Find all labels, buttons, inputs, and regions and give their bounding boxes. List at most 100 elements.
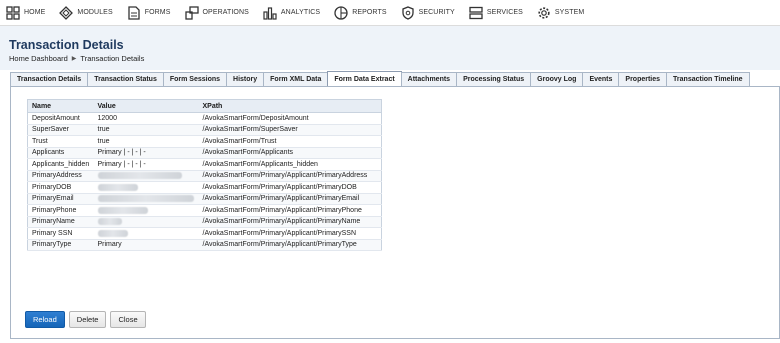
breadcrumb-separator-icon: ▶ — [71, 56, 77, 62]
delete-button[interactable]: Delete — [68, 311, 107, 328]
redacted-value — [97, 229, 128, 237]
cell-name: Trust — [27, 135, 94, 148]
cell-xpath: /AvokaSmartForm/Trust — [198, 135, 382, 148]
cell-value: Primary | - | - | - — [93, 158, 199, 171]
nav-modules[interactable]: MODULES — [59, 5, 113, 20]
grid-icon — [6, 5, 20, 20]
cell-xpath: /AvokaSmartForm/Primary/Applicant/Primar… — [198, 181, 382, 194]
table-row: PrimaryName /AvokaSmartForm/Primary/Appl… — [27, 216, 382, 228]
table-row: PrimaryAddress /AvokaSmartForm/Primary/A… — [27, 170, 382, 182]
tab-properties[interactable]: Properties — [618, 72, 668, 86]
document-icon — [128, 5, 140, 20]
form-data-table: Name Value XPath DepositAmount 12000 /Av… — [27, 99, 382, 251]
nav-security-label: SECURITY — [418, 9, 455, 16]
nav-analytics[interactable]: ANALYTICS — [263, 6, 320, 20]
cell-value: 12000 — [93, 112, 199, 125]
tab-processing-status[interactable]: Processing Status — [456, 72, 532, 86]
cell-name: PrimaryEmail — [27, 193, 94, 205]
cell-xpath: /AvokaSmartForm/Primary/Applicant/Primar… — [198, 170, 382, 182]
tab-form-xml-data[interactable]: Form XML Data — [263, 72, 329, 86]
cell-name: Primary SSN — [27, 227, 94, 240]
cell-xpath: /AvokaSmartForm/Applicants_hidden — [198, 158, 382, 171]
cell-xpath: /AvokaSmartForm/Primary/Applicant/Primar… — [198, 239, 382, 251]
table-row: Primary SSN /AvokaSmartForm/Primary/Appl… — [27, 227, 382, 240]
diamond-icon — [59, 5, 74, 20]
tab-history[interactable]: History — [226, 72, 265, 86]
nav-reports-label: REPORTS — [352, 9, 387, 16]
cell-xpath: /AvokaSmartForm/Applicants — [198, 147, 382, 159]
cell-xpath: /AvokaSmartForm/Primary/Applicant/Primar… — [198, 193, 382, 205]
cell-xpath: /AvokaSmartForm/SuperSaver — [198, 124, 382, 136]
cell-value — [93, 193, 199, 205]
cell-name: PrimaryDOB — [27, 181, 94, 194]
nav-operations[interactable]: OPERATIONS — [184, 5, 249, 20]
cell-name: PrimaryPhone — [27, 204, 94, 217]
redacted-value — [97, 183, 138, 191]
cell-value: true — [93, 124, 199, 136]
tab-events[interactable]: Events — [582, 72, 620, 86]
nav-services[interactable]: SERVICES — [469, 6, 523, 20]
redacted-value — [97, 206, 148, 214]
tab-transaction-timeline[interactable]: Transaction Timeline — [666, 72, 750, 86]
redacted-value — [97, 218, 122, 226]
cell-name: Applicants_hidden — [27, 158, 94, 171]
nav-forms-label: FORMS — [144, 9, 171, 16]
reports-icon — [334, 5, 348, 20]
cell-value — [93, 216, 199, 228]
column-header-name: Name — [27, 99, 94, 113]
tab-bar: Transaction Details Transaction Status F… — [10, 71, 750, 86]
cell-xpath: /AvokaSmartForm/Primary/Applicant/Primar… — [198, 227, 382, 240]
nav-forms[interactable]: FORMS — [127, 5, 171, 20]
table-row: Trust true /AvokaSmartForm/Trust — [27, 135, 382, 148]
column-header-value: Value — [93, 99, 199, 113]
page-title: Transaction Details — [9, 38, 124, 52]
tab-attachments[interactable]: Attachments — [400, 72, 458, 86]
nav-home[interactable]: HOME — [6, 5, 45, 20]
table-row: SuperSaver true /AvokaSmartForm/SuperSav… — [27, 124, 382, 136]
column-header-xpath: XPath — [198, 99, 382, 113]
action-bar: Reload Delete Close — [25, 311, 150, 328]
cell-name: DepositAmount — [27, 112, 94, 125]
table-row: DepositAmount 12000 /AvokaSmartForm/Depo… — [27, 112, 382, 125]
cell-value: Primary — [93, 239, 199, 251]
cell-name: SuperSaver — [27, 124, 94, 136]
cell-value — [93, 204, 199, 217]
cell-name: PrimaryName — [27, 216, 94, 228]
cell-xpath: /AvokaSmartForm/DepositAmount — [198, 112, 382, 125]
reload-button[interactable]: Reload — [25, 311, 65, 328]
nav-modules-label: MODULES — [77, 9, 113, 16]
shield-icon — [401, 5, 414, 20]
redacted-value — [97, 172, 182, 180]
cell-xpath: /AvokaSmartForm/Primary/Applicant/Primar… — [198, 204, 382, 217]
breadcrumb-home[interactable]: Home Dashboard — [9, 54, 68, 63]
cell-name: Applicants — [27, 147, 94, 159]
cell-value: Primary | - | - | - — [93, 147, 199, 159]
tab-form-data-extract[interactable]: Form Data Extract — [327, 71, 402, 86]
breadcrumb-current: Transaction Details — [80, 54, 145, 63]
table-row: Applicants Primary | - | - | - /AvokaSma… — [27, 147, 382, 159]
cell-value: true — [93, 135, 199, 148]
nav-services-label: SERVICES — [486, 9, 523, 16]
cell-value — [93, 181, 199, 194]
cell-value — [93, 227, 199, 240]
nav-reports[interactable]: REPORTS — [334, 5, 387, 20]
nav-system[interactable]: SYSTEM — [537, 6, 584, 20]
close-button[interactable]: Close — [110, 311, 146, 328]
table-row: PrimaryDOB /AvokaSmartForm/Primary/Appli… — [27, 181, 382, 194]
table-row: Applicants_hidden Primary | - | - | - /A… — [27, 158, 382, 171]
nav-operations-label: OPERATIONS — [202, 9, 249, 16]
nav-system-label: SYSTEM — [554, 9, 585, 16]
cell-xpath: /AvokaSmartForm/Primary/Applicant/Primar… — [198, 216, 382, 228]
tab-transaction-status[interactable]: Transaction Status — [87, 72, 164, 86]
redacted-value — [97, 195, 194, 203]
tab-form-sessions[interactable]: Form Sessions — [162, 72, 228, 86]
top-navigation: HOME MODULES FORMS OPERATIONS ANALYTICS … — [0, 0, 780, 26]
gear-icon — [538, 6, 550, 19]
tab-groovy-log[interactable]: Groovy Log — [530, 72, 584, 86]
cell-name: PrimaryAddress — [27, 170, 94, 182]
table-row: PrimaryPhone /AvokaSmartForm/Primary/App… — [27, 204, 382, 217]
tab-transaction-details[interactable]: Transaction Details — [10, 72, 89, 86]
breadcrumb: Home Dashboard ▶ Transaction Details — [9, 54, 144, 63]
nav-security[interactable]: SECURITY — [401, 5, 455, 20]
nav-analytics-label: ANALYTICS — [280, 9, 321, 16]
